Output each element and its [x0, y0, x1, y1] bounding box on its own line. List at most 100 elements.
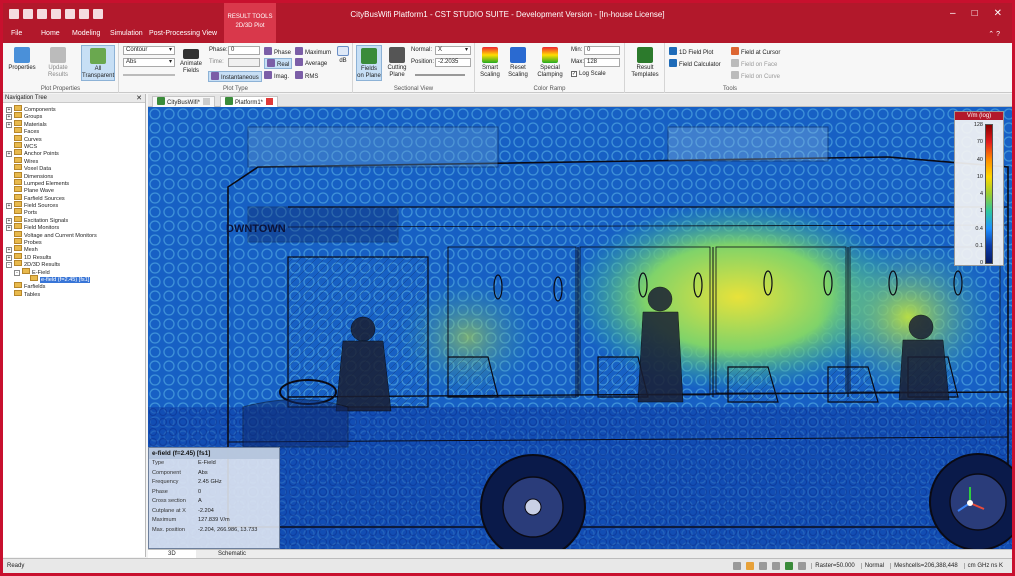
folder-icon — [14, 105, 22, 111]
properties-icon — [14, 47, 30, 63]
close-icon[interactable] — [203, 98, 211, 105]
close-icon[interactable] — [266, 98, 274, 105]
min-input[interactable]: 0 — [584, 46, 620, 55]
smart-scaling-button[interactable]: Smart Scaling — [477, 47, 503, 79]
close-icon[interactable]: ✕ — [994, 8, 1002, 19]
tree-item[interactable]: Probes — [3, 238, 145, 246]
plot-style-select[interactable]: Contour ▾ — [123, 46, 175, 55]
reset-scaling-button[interactable]: Reset Scaling — [505, 47, 531, 79]
minimize-icon[interactable]: – — [950, 8, 956, 19]
tree-item[interactable]: - E-Field — [3, 267, 145, 276]
field-plot-1d-button[interactable]: 1D Field Plot — [669, 47, 713, 56]
tree-item[interactable]: + Mesh — [3, 245, 145, 254]
all-transparent-button[interactable]: All Transparent — [81, 45, 115, 81]
field-at-cursor-button[interactable]: Field at Cursor — [731, 47, 780, 56]
tree-item[interactable]: Dimensions — [3, 171, 145, 180]
pan-icon[interactable] — [746, 562, 755, 570]
rms-icon — [295, 71, 303, 79]
rotate-icon[interactable] — [759, 562, 768, 570]
tree-item[interactable]: -2D/3D Results — [3, 260, 145, 269]
tab-modeling[interactable]: Modeling — [72, 30, 100, 37]
tree-item[interactable]: Farfields — [3, 282, 145, 290]
normal-select[interactable]: X ▾ — [435, 46, 471, 55]
folder-icon — [14, 141, 22, 148]
close-icon[interactable]: ✕ — [136, 94, 142, 103]
doc-tab-platform1[interactable]: Platform1* — [220, 96, 279, 107]
folder-icon — [14, 215, 22, 222]
tree-item[interactable]: Tables — [3, 289, 145, 298]
grid-icon[interactable] — [785, 562, 794, 570]
tab-view[interactable]: View — [202, 30, 217, 37]
tree-item[interactable]: Ports — [3, 208, 145, 216]
folder-icon — [14, 193, 22, 200]
tree-item[interactable]: Faces — [3, 127, 145, 135]
project-icon — [225, 97, 233, 105]
tree-item[interactable]: Curves — [3, 134, 145, 143]
raster-status: Raster=50.000 — [811, 563, 858, 569]
tab-home[interactable]: Home — [41, 30, 60, 37]
3d-viewport[interactable]: DWNTOWN V/m (log) 128 70 40 10 4 1 0.4 0.1 0 e-f… — [148, 107, 1012, 549]
tab-post-processing[interactable]: Post-Processing — [149, 30, 200, 37]
folder-icon — [14, 260, 22, 267]
info-row: Component Abs — [149, 469, 279, 479]
info-key: Phase — [152, 488, 168, 495]
fit-view-icon[interactable] — [772, 562, 781, 570]
tree-item[interactable]: e-field (f=2.45) [fs1] — [3, 274, 145, 283]
average-button[interactable]: Average — [295, 58, 327, 67]
phase-label: Phase: — [209, 47, 228, 53]
tab-simulation[interactable]: Simulation — [110, 30, 143, 37]
properties-button[interactable]: Properties — [7, 47, 37, 72]
tree-item[interactable]: + Anchor Points — [3, 149, 145, 158]
field-on-face-button[interactable]: Field on Face — [731, 59, 777, 68]
face-icon — [731, 59, 739, 67]
tree-item[interactable]: Voxel Data — [3, 164, 145, 172]
fields-on-plane-button[interactable]: Fields on Plane — [356, 45, 382, 81]
tree-item[interactable]: + Excitation Signals — [3, 215, 145, 224]
tree-item[interactable]: + Field Monitors — [3, 223, 145, 232]
cutting-plane-button[interactable]: Cutting Plane — [385, 47, 409, 79]
instantaneous-button[interactable]: Instantaneous — [208, 71, 262, 82]
average-icon — [295, 58, 303, 66]
phase-mode-button[interactable]: Phase — [264, 47, 291, 56]
field-calculator-button[interactable]: Field Calculator — [669, 59, 721, 68]
tree-item[interactable]: + Field Sources — [3, 201, 145, 210]
settings-icon[interactable] — [798, 562, 807, 570]
tree-item[interactable]: Wires — [3, 156, 145, 165]
tree-item[interactable]: Plane Wave — [3, 186, 145, 194]
imag-button[interactable]: Imag. — [264, 71, 289, 80]
tree-item[interactable]: Farfield Sources — [3, 193, 145, 202]
tab-file[interactable]: File — [11, 30, 22, 37]
component-select[interactable]: Abs ▾ — [123, 58, 175, 67]
tree-item[interactable]: Voltage and Current Monitors — [3, 230, 145, 239]
animate-fields-button[interactable]: Animate Fields — [179, 49, 203, 75]
rms-button[interactable]: RMS — [295, 71, 318, 80]
field-on-curve-button[interactable]: Field on Curve — [731, 71, 780, 80]
db-button[interactable]: dB — [335, 46, 351, 65]
real-button[interactable]: Real — [264, 58, 293, 69]
maximum-button[interactable]: Maximum — [295, 47, 331, 56]
result-templates-button[interactable]: Result Templates — [629, 47, 661, 79]
position-input[interactable]: -2.2035 — [435, 58, 471, 67]
tree-item[interactable]: + Components — [3, 105, 145, 113]
time-input[interactable] — [228, 58, 260, 67]
plot-slider[interactable] — [123, 74, 175, 76]
tree-item[interactable]: WCS — [3, 141, 145, 150]
phase-input[interactable]: 0 — [228, 46, 260, 55]
maximize-icon[interactable]: □ — [972, 8, 978, 19]
update-results-button[interactable]: Update Results — [43, 47, 73, 79]
log-scale-checkbox[interactable]: ✓ Log Scale — [571, 71, 606, 77]
group-plot-type: Contour ▾ Abs ▾ Animate Fields Phase: 0 … — [119, 43, 353, 93]
info-key: Cutplane at X — [152, 507, 186, 514]
doc-tab-citybuswifi[interactable]: CityBusWifi* — [152, 96, 216, 107]
context-tab-2d3d-plot[interactable]: RESULT TOOLS 2D/3D Plot — [224, 3, 276, 43]
position-slider[interactable] — [415, 74, 465, 76]
help-icon[interactable]: ⌃ ? — [988, 30, 1000, 38]
tree-item[interactable]: Lumped Elements — [3, 178, 145, 187]
tree-item[interactable]: + Materials — [3, 119, 145, 128]
zoom-icon[interactable] — [733, 562, 742, 570]
info-value: E-Field — [198, 460, 216, 466]
special-clamping-button[interactable]: Special Clamping — [533, 47, 567, 79]
max-input[interactable]: 128 — [584, 58, 620, 67]
tree-item[interactable]: + Groups — [3, 112, 145, 121]
tree-item[interactable]: +1D Results — [3, 252, 145, 261]
